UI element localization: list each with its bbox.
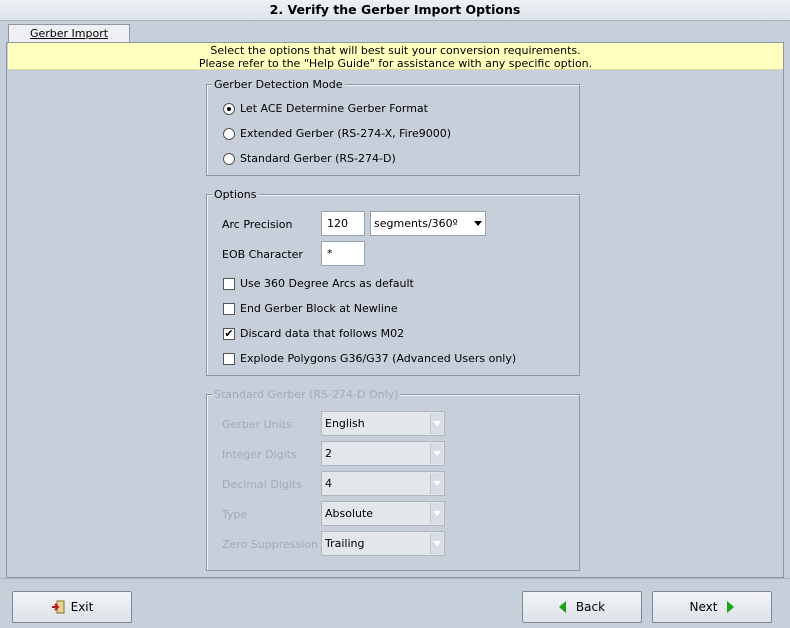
standard-gerber-title: Standard Gerber (RS-274-D Only) bbox=[212, 388, 401, 401]
gerber-units-label: Gerber Units bbox=[222, 418, 292, 431]
chevron-down-icon bbox=[430, 413, 443, 434]
select-value: 2 bbox=[325, 447, 332, 460]
radio-label: Let ACE Determine Gerber Format bbox=[240, 102, 428, 115]
integer-digits-label: Integer Digits bbox=[222, 448, 297, 461]
check-360-arcs[interactable]: Use 360 Degree Arcs as default bbox=[223, 277, 414, 290]
radio-standard-gerber[interactable]: Standard Gerber (RS-274-D) bbox=[223, 152, 396, 165]
arc-units-value: segments/360º bbox=[374, 217, 458, 230]
chevron-down-icon bbox=[430, 533, 443, 554]
options-title: Options bbox=[212, 188, 259, 201]
type-label: Type bbox=[222, 508, 248, 521]
gerber-units-select: English bbox=[321, 411, 445, 436]
check-end-block-newline[interactable]: End Gerber Block at Newline bbox=[223, 302, 398, 315]
back-button[interactable]: Back bbox=[522, 591, 642, 623]
exit-icon bbox=[51, 600, 65, 614]
arc-precision-label: Arc Precision bbox=[222, 218, 293, 231]
checkbox[interactable] bbox=[223, 302, 235, 315]
eob-label: EOB Character bbox=[222, 248, 303, 261]
radio-button-selected[interactable] bbox=[223, 102, 235, 115]
arc-units-select[interactable]: segments/360º bbox=[370, 211, 486, 236]
radio-ace-determine[interactable]: Let ACE Determine Gerber Format bbox=[223, 102, 428, 115]
integer-digits-select: 2 bbox=[321, 441, 445, 466]
arrow-right-icon bbox=[727, 601, 735, 613]
checkbox-label: Explode Polygons G36/G37 (Advanced Users… bbox=[240, 352, 517, 365]
exit-label: Exit bbox=[70, 600, 94, 614]
chevron-down-icon bbox=[430, 503, 443, 524]
checkbox-label: Use 360 Degree Arcs as default bbox=[240, 277, 414, 290]
chevron-down-icon bbox=[430, 473, 443, 494]
check-explode-polygons[interactable]: Explode Polygons G36/G37 (Advanced Users… bbox=[223, 352, 516, 365]
radio-button[interactable] bbox=[223, 127, 235, 140]
arrow-left-icon bbox=[558, 601, 566, 613]
decimal-digits-label: Decimal Digits bbox=[222, 478, 302, 491]
checkbox-label: Discard data that follows M02 bbox=[240, 327, 405, 340]
eob-input[interactable]: * bbox=[321, 241, 365, 266]
chevron-down-icon[interactable] bbox=[471, 213, 484, 234]
radio-label: Standard Gerber (RS-274-D) bbox=[240, 152, 396, 165]
checkbox[interactable] bbox=[223, 277, 235, 290]
arc-precision-input[interactable]: 120 bbox=[321, 211, 365, 236]
check-discard-m02[interactable]: ✔ Discard data that follows M02 bbox=[223, 327, 404, 340]
checkbox-label: End Gerber Block at Newline bbox=[240, 302, 398, 315]
radio-extended-gerber[interactable]: Extended Gerber (RS-274-X, Fire9000) bbox=[223, 127, 451, 140]
info-banner: Select the options that will best suit y… bbox=[8, 43, 783, 70]
checkbox-checked[interactable]: ✔ bbox=[223, 327, 235, 340]
decimal-digits-select: 4 bbox=[321, 471, 445, 496]
banner-line-2: Please refer to the "Help Guide" for ass… bbox=[198, 57, 593, 70]
next-label: Next bbox=[689, 600, 718, 614]
checkbox[interactable] bbox=[223, 352, 235, 365]
banner-line-1: Select the options that will best suit y… bbox=[210, 44, 581, 57]
zero-suppression-label: Zero Suppression bbox=[222, 538, 318, 551]
select-value: Absolute bbox=[325, 507, 374, 520]
detection-mode-title: Gerber Detection Mode bbox=[212, 78, 345, 91]
exit-button[interactable]: Exit bbox=[12, 591, 132, 623]
chevron-down-icon bbox=[430, 443, 443, 464]
select-value: Trailing bbox=[325, 537, 365, 550]
next-button[interactable]: Next bbox=[652, 591, 772, 623]
back-label: Back bbox=[575, 600, 606, 614]
radio-label: Extended Gerber (RS-274-X, Fire9000) bbox=[240, 127, 452, 140]
select-value: 4 bbox=[325, 477, 332, 490]
tab-gerber-import-options[interactable]: Gerber Import Options bbox=[8, 24, 130, 58]
radio-button[interactable] bbox=[223, 152, 235, 165]
zero-suppression-select: Trailing bbox=[321, 531, 445, 556]
select-value: English bbox=[325, 417, 365, 430]
type-select: Absolute bbox=[321, 501, 445, 526]
dialog-title: 2. Verify the Gerber Import Options bbox=[0, 0, 790, 21]
